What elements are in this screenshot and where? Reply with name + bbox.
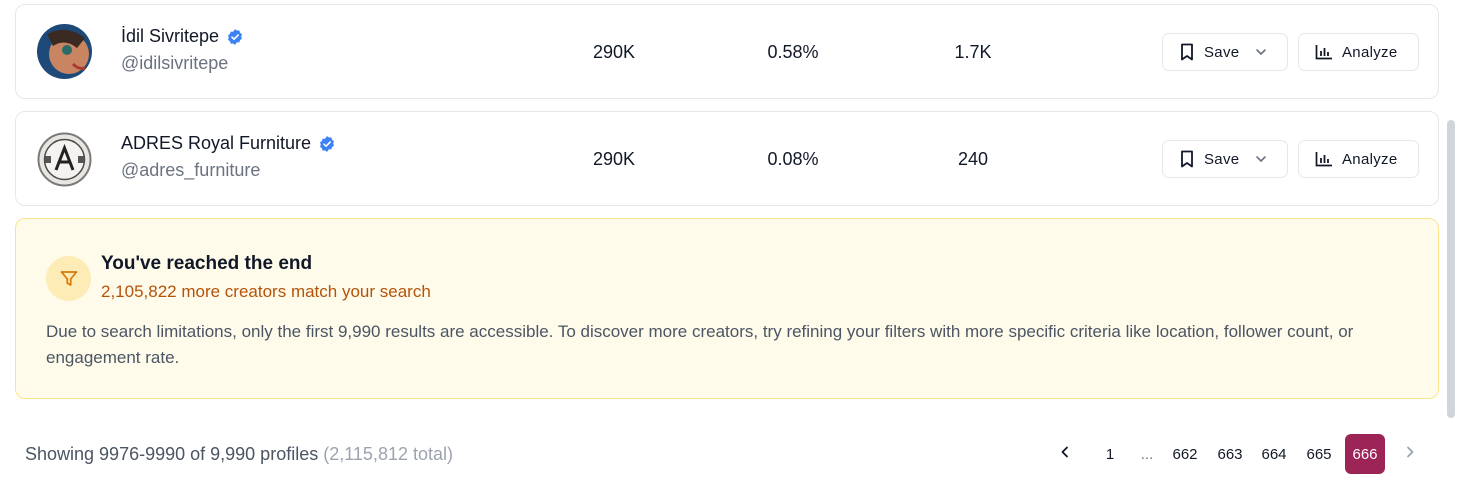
analyze-label: Analyze — [1342, 150, 1398, 168]
creator-name[interactable]: ADRES Royal Furniture — [121, 133, 311, 154]
creator-row[interactable]: ADRES Royal Furniture @adres_furniture 2… — [15, 111, 1439, 206]
save-label: Save — [1204, 150, 1240, 168]
creator-handle: @idilsivritepe — [121, 53, 229, 73]
avg-likes-value: 1.7K — [954, 42, 992, 62]
bookmark-icon — [1179, 43, 1195, 61]
pagination-prev-button[interactable] — [1046, 434, 1084, 474]
chevron-left-icon — [1058, 445, 1072, 463]
pagination-next-button[interactable] — [1391, 434, 1429, 474]
followers-value: 290K — [592, 149, 636, 169]
verified-badge-icon — [226, 28, 244, 46]
notice-title: You've reached the end — [101, 253, 313, 274]
scrollbar[interactable] — [1444, 0, 1458, 488]
bookmark-icon — [1179, 150, 1195, 168]
page-ellipsis: ... — [1140, 445, 1154, 463]
save-button[interactable]: Save — [1162, 140, 1288, 178]
creator-name[interactable]: İdil Sivritepe — [121, 26, 219, 47]
save-label: Save — [1204, 43, 1240, 61]
followers-value: 290K — [592, 42, 636, 62]
page-664[interactable]: 664 — [1254, 434, 1294, 474]
bar-chart-icon — [1315, 151, 1333, 167]
avatar[interactable] — [37, 24, 92, 79]
page-662[interactable]: 662 — [1165, 434, 1205, 474]
verified-badge-icon — [318, 135, 336, 153]
creator-handle: @adres_furniture — [121, 160, 261, 180]
save-button[interactable]: Save — [1162, 33, 1288, 71]
notice-subtitle: 2,105,822 more creators match your searc… — [101, 282, 431, 301]
notice-body: Due to search limitations, only the firs… — [46, 322, 1354, 367]
analyze-button[interactable]: Analyze — [1298, 140, 1419, 178]
page-663[interactable]: 663 — [1210, 434, 1250, 474]
bar-chart-icon — [1315, 44, 1333, 60]
showing-text: Showing 9976-9990 of 9,990 profiles — [25, 444, 319, 464]
chevron-down-icon — [1254, 45, 1268, 59]
engagement-rate-value: 0.58% — [767, 42, 819, 62]
page-665[interactable]: 665 — [1299, 434, 1339, 474]
chevron-down-icon — [1254, 152, 1268, 166]
total-count: (2,115,812 total) — [323, 444, 453, 464]
page-666-active[interactable]: 666 — [1345, 434, 1385, 474]
analyze-label: Analyze — [1342, 43, 1398, 61]
results-summary: Showing 9976-9990 of 9,990 profiles (2,1… — [25, 444, 453, 465]
analyze-button[interactable]: Analyze — [1298, 33, 1419, 71]
scrollbar-thumb[interactable] — [1447, 120, 1455, 418]
creator-row[interactable]: İdil Sivritepe @idilsivritepe 290K 0.58%… — [15, 4, 1439, 99]
avatar[interactable] — [37, 132, 92, 187]
filter-icon — [46, 256, 91, 301]
avg-likes-value: 240 — [957, 149, 989, 169]
engagement-rate-value: 0.08% — [767, 149, 819, 169]
chevron-right-icon — [1403, 445, 1417, 463]
end-of-results-notice: You've reached the end 2,105,822 more cr… — [15, 218, 1439, 399]
page-1[interactable]: 1 — [1092, 434, 1128, 474]
